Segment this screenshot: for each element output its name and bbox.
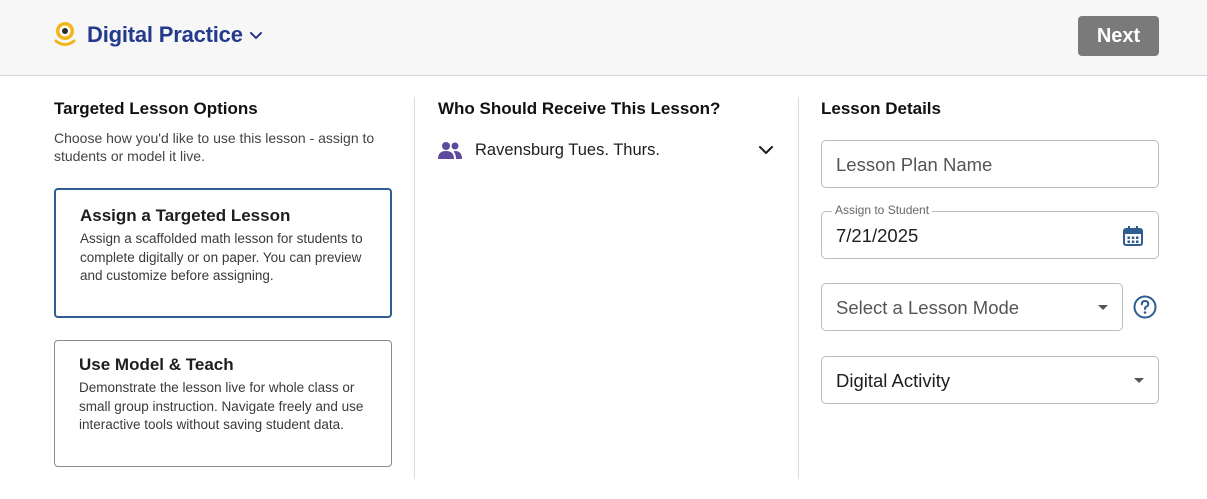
options-column-title: Targeted Lesson Options	[54, 99, 258, 118]
details-column-title: Lesson Details	[821, 99, 941, 118]
option-description: Assign a scaffolded math lesson for stud…	[80, 231, 363, 283]
app-switcher[interactable]: Digital Practice	[52, 20, 263, 50]
app-title: Digital Practice	[87, 22, 243, 47]
chevron-down-icon	[249, 32, 262, 39]
top-bar: Digital Practice Next	[0, 0, 1207, 76]
options-subtitle: Choose how you'd like to use this lesson…	[54, 130, 375, 164]
activity-type-value: Digital Activity	[836, 370, 951, 391]
sun-logo-icon	[54, 22, 76, 46]
column-divider	[414, 97, 415, 479]
help-icon[interactable]	[1133, 295, 1157, 319]
use-model-teach-card[interactable]: Use Model & Teach Demonstrate the lesson…	[54, 340, 392, 467]
assign-date-field[interactable]: Assign to Student 7/21/2025	[821, 203, 1159, 259]
next-button[interactable]: Next	[1078, 16, 1159, 56]
caret-down-icon	[1098, 305, 1108, 310]
option-title: Assign a Targeted Lesson	[80, 206, 291, 225]
class-name: Ravensburg Tues. Thurs.	[475, 140, 660, 159]
lesson-plan-name-input[interactable]: Lesson Plan Name	[821, 140, 1159, 188]
recipients-column-title: Who Should Receive This Lesson?	[438, 99, 721, 118]
lesson-mode-select[interactable]: Select a Lesson Mode	[821, 283, 1123, 331]
assign-targeted-lesson-card[interactable]: Assign a Targeted Lesson Assign a scaffo…	[54, 188, 392, 318]
lesson-mode-placeholder: Select a Lesson Mode	[836, 297, 1020, 318]
assign-date-label: Assign to Student	[832, 203, 933, 217]
chevron-down-icon	[759, 146, 773, 154]
option-description: Demonstrate the lesson live for whole cl…	[79, 380, 364, 432]
assign-date-value: 7/21/2025	[836, 225, 919, 246]
people-icon	[438, 142, 462, 159]
caret-down-icon	[1134, 378, 1144, 383]
lesson-plan-name-placeholder: Lesson Plan Name	[836, 154, 993, 175]
activity-type-select[interactable]: Digital Activity	[821, 356, 1159, 404]
class-select[interactable]: Ravensburg Tues. Thurs.	[438, 136, 774, 164]
option-title: Use Model & Teach	[79, 355, 234, 374]
calendar-icon[interactable]	[1122, 225, 1144, 247]
column-divider	[798, 97, 799, 479]
